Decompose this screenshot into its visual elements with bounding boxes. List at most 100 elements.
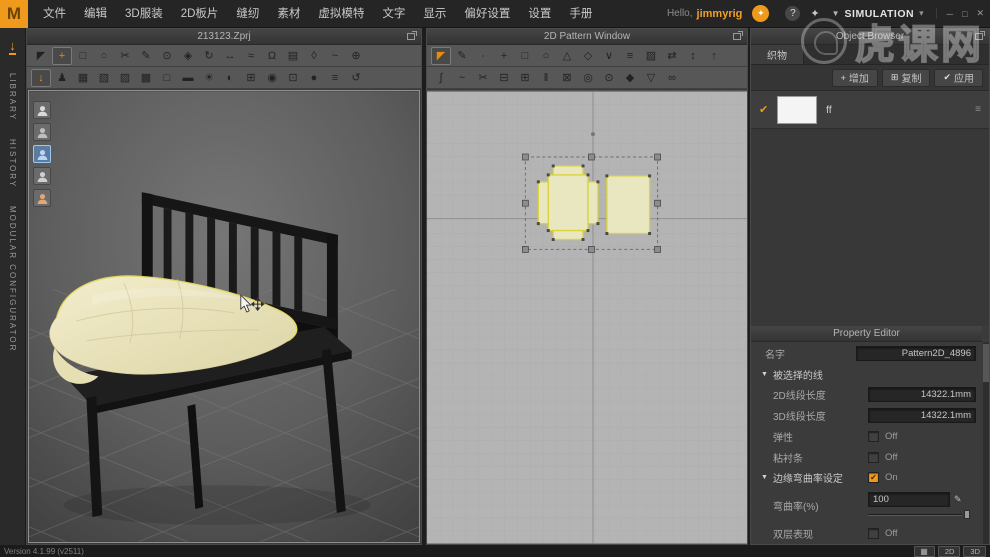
account-badge-icon[interactable]: ✦ [752,5,770,22]
help-icon[interactable]: ? [785,6,801,21]
popout-icon[interactable] [733,31,743,40]
scrollbar[interactable] [983,342,989,544]
double-layer-checkbox[interactable] [868,528,879,539]
shrink-icon[interactable]: ▽ [641,69,661,87]
menu-item[interactable]: 虚拟模特 [309,0,373,28]
reset-view-icon[interactable]: ↺ [346,69,366,87]
scene-settings-icon[interactable]: ≡ [325,69,345,87]
texture-display-icon[interactable]: ▨ [115,69,135,87]
menu-item[interactable]: 偏好设置 [455,0,519,28]
polygon-pattern-icon[interactable]: △ [557,47,577,65]
steam-icon[interactable]: ~ [325,47,345,65]
thickness-display-icon[interactable]: ▩ [136,69,156,87]
curvature-value-field[interactable]: 100 [868,491,950,507]
ghost-display-icon[interactable]: □ [157,69,177,87]
grid-icon[interactable]: ⊞ [241,69,261,87]
merge-icon[interactable]: ⊞ [515,69,535,87]
curve-edit-icon[interactable]: ✎ [954,494,962,505]
camera-icon[interactable]: ◉ [262,69,282,87]
menu-item[interactable]: 文件 [34,0,75,28]
view-2d-button[interactable]: 2D [937,545,961,557]
avatar-thumb-skin[interactable] [33,189,51,207]
zoom-tool-icon[interactable]: ⊕ [346,47,366,65]
menu-item[interactable]: 设置 [519,0,560,28]
fabric-options-icon[interactable]: ≡ [975,104,981,115]
avatar-display-icon[interactable]: ♟ [52,69,72,87]
edge-curvature-checkbox[interactable]: ✔ [868,472,879,483]
section-edge-curvature[interactable]: ▼ 边缘弯曲率设定 ✔ On [751,468,982,487]
mesh-display-icon[interactable]: ▧ [94,69,114,87]
rail-tab-library[interactable]: LIBRARY [8,73,17,121]
free-sew-icon[interactable]: ~ [452,69,472,87]
seam-allowance-icon[interactable]: ≡ [620,47,640,65]
rail-tab-modular-configurator[interactable]: MODULAR CONFIGURATOR [8,206,17,352]
rotate-tool-icon[interactable]: ↻ [199,47,219,65]
menu-item[interactable]: 编辑 [75,0,116,28]
add-button[interactable]: + 增加 [831,68,878,87]
3d-viewport[interactable] [28,90,420,543]
floor-display-icon[interactable]: ▬ [178,69,198,87]
wind-icon[interactable]: ≈ [241,47,261,65]
scrollbar-thumb[interactable] [983,344,989,382]
circle-pattern-icon[interactable]: ○ [536,47,556,65]
garment-display-icon[interactable]: ▦ [73,69,93,87]
iron-icon[interactable]: ◊ [304,47,324,65]
menu-item[interactable]: 手册 [560,0,601,28]
curvature-slider[interactable] [868,509,972,519]
flatten-icon[interactable]: ▤ [283,47,303,65]
menu-item[interactable]: 2D板片 [172,0,228,28]
capture-icon[interactable]: ⊡ [283,69,303,87]
length-3d-field[interactable]: 14322.1mm [868,408,976,423]
flip-icon[interactable]: ⇄ [662,47,682,65]
symmetry-icon[interactable]: ‖ [536,69,556,87]
trace-icon[interactable]: ◎ [578,69,598,87]
sync-down-icon[interactable]: ↓ [31,68,51,87]
rect-select-icon[interactable]: □ [73,47,93,65]
apply-button[interactable]: ✔ 应用 [934,68,983,87]
edit-pattern-icon[interactable]: ✎ [452,47,472,65]
render-icon[interactable]: ● [304,69,324,87]
pin-icon[interactable]: ⊙ [157,47,177,65]
fabric-swatch[interactable] [777,95,817,124]
avatar-thumb-head[interactable] [33,123,51,141]
menu-item[interactable]: 文字 [373,0,414,28]
strengthen-icon[interactable]: ◆ [620,69,640,87]
menu-item[interactable]: 素材 [268,0,309,28]
edit-sew-icon[interactable]: ✂ [473,69,493,87]
fabric-list-item[interactable]: ✔ ff ≡ [751,91,989,129]
unfold-icon[interactable]: ⊠ [557,69,577,87]
avatar-thumb-pose[interactable] [33,167,51,185]
close-button[interactable]: ✕ [976,8,984,19]
menu-item[interactable]: 3D服装 [116,0,172,28]
notch-icon[interactable]: ∨ [599,47,619,65]
elastic-checkbox[interactable] [868,431,879,442]
pin-2d-icon[interactable]: ⊙ [599,69,619,87]
avatar-thumb-figure[interactable] [33,101,51,119]
edit-point-icon[interactable]: ∙ [473,47,493,65]
lasso-select-icon[interactable]: ○ [94,47,114,65]
pen-icon[interactable]: ✎ [136,47,156,65]
add-point-icon[interactable]: + [494,47,514,65]
copy-button[interactable]: ⊞ 复制 [881,68,931,87]
minimize-button[interactable]: ─ [947,9,953,19]
magic-wand-icon[interactable]: ✦ [810,7,819,20]
2d-viewport[interactable] [427,90,747,544]
simulation-button[interactable]: ▼ SIMULATION ▾ [832,8,924,20]
popout-icon[interactable] [975,31,985,40]
maximize-button[interactable]: □ [962,9,967,19]
pattern-name-field[interactable]: Pattern2D_4896 [856,346,976,361]
multiview-button[interactable]: ▦ [914,545,935,557]
shadow-icon[interactable]: ◐ [220,69,240,87]
fusible-tape-checkbox[interactable] [868,452,879,463]
view-3d-button[interactable]: 3D [963,545,986,557]
move-gizmo-icon[interactable]: + [52,46,72,65]
menu-item[interactable]: 显示 [414,0,455,28]
slider-handle[interactable] [964,509,970,519]
avatar-thumb-garment[interactable] [33,145,51,163]
fold-arrange-icon[interactable]: ◈ [178,47,198,65]
scissors-icon[interactable]: ✂ [115,47,135,65]
detach-icon[interactable]: ⊟ [494,69,514,87]
texture-edit-icon[interactable]: ▨ [641,47,661,65]
show-sew-icon[interactable]: ∞ [662,69,682,87]
tab-fabric[interactable]: 织物 [751,45,804,64]
